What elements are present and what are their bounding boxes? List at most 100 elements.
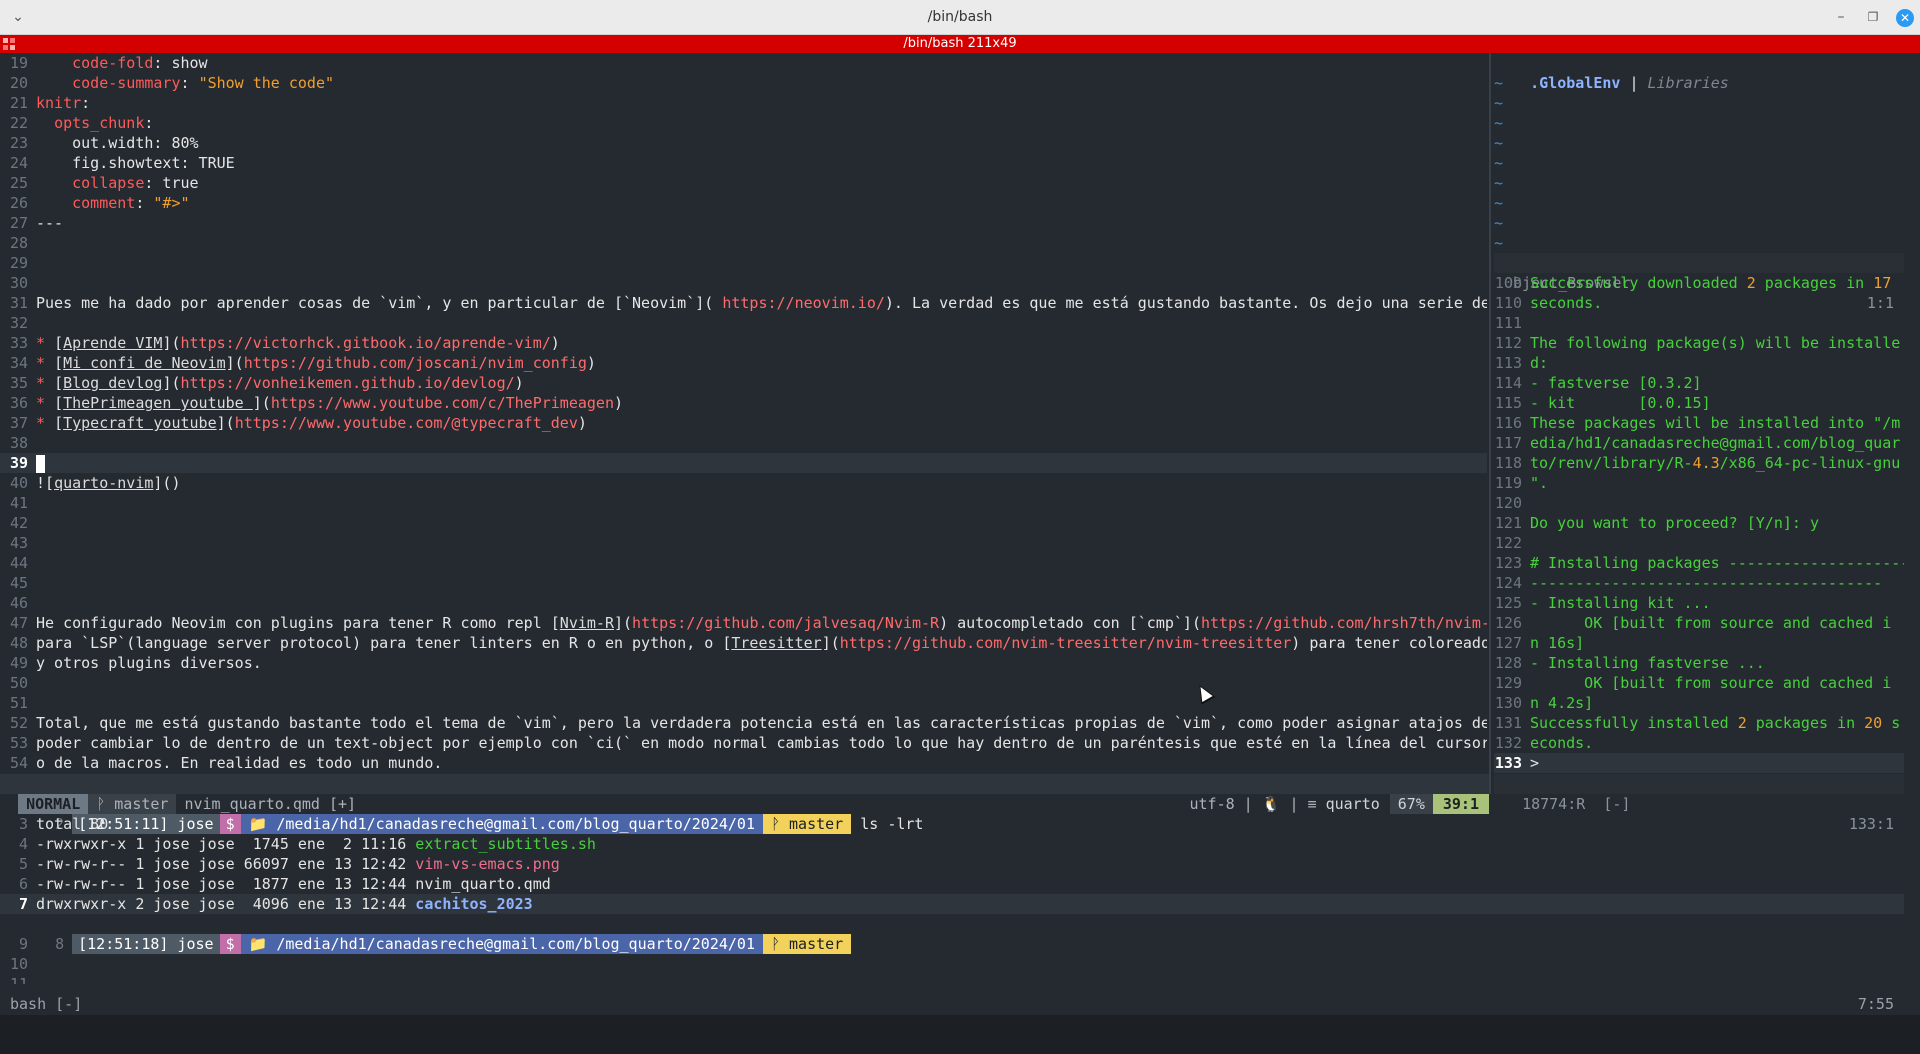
link-text[interactable]: https://github.com/hrsh7th/nvim- [1201,614,1487,632]
line-text: Typecraft youtube [63,414,217,432]
line-text: 4.3 [1692,454,1720,472]
line-text: Aprende VIM [63,334,163,352]
editor-line: 20 code-summary: "Show the code" [0,73,1487,93]
line-number: 128 [1494,654,1522,672]
terminal-title: /bin/bash 211x49 [903,36,1017,51]
line-number: 130 [1494,694,1522,712]
editor-line: 40 ![quarto-nvim]() [0,473,1487,493]
editor-line: 48 para `LSP`(language server protocol) p… [0,633,1487,653]
empty-buffer-line: ~ [1494,114,1504,132]
line-text: Successfully installed [1530,714,1738,732]
console-line: 121 Do you want to proceed? [Y/n]: y [1494,513,1904,533]
line-text: ) para tener coloreado [1291,634,1487,652]
line-number: 111 [1494,314,1522,332]
line-number: 50 [9,674,28,692]
line-text: [0.0.15] [1638,394,1711,412]
line-text: [ [54,374,64,392]
line-text: ]( [225,354,244,372]
line-number: 40 [9,474,28,492]
line-number: 27 [9,214,28,232]
line-text [36,174,72,192]
line-text: fig.showtext: TRUE [36,154,235,172]
editor-line: 44 [0,553,1487,573]
editor-line: 24 fig.showtext: TRUE [0,153,1487,173]
editor-line: 46 [0,593,1487,613]
line-text: n 16s] [1530,634,1585,652]
editor-line: 29 [0,253,1487,273]
line-number: 22 [9,114,28,132]
editor-line: 53 poder cambiar lo de dentro de un text-… [0,733,1487,753]
pane-divider [1489,53,1491,794]
editor-line: 31 Pues me ha dado por aprender cosas de … [0,293,1487,313]
line-text: * [36,414,55,432]
line-number: 110 [1494,294,1522,312]
line-text: code-summary [72,74,181,92]
link-text[interactable]: https://github.com/joscani/nvim_config [244,354,587,372]
window-title: /bin/bash [927,9,993,25]
line-text: 17 [1873,274,1892,292]
line-number: 117 [1494,434,1522,452]
link-text[interactable]: https://github.com/nvim-treesitter/nvim-… [840,634,1292,652]
link-text[interactable]: https://victorhck.gitbook.io/aprende-vim… [181,334,551,352]
line-text: n 4.2s] [1530,694,1594,712]
link-text[interactable]: https://www.youtube.com/c/ThePrimeagen [271,394,614,412]
line-text: edia/hd1/canadasreche@gmail.com/blog_qua… [1530,434,1901,452]
line-number: 114 [1494,374,1522,392]
link-text[interactable]: https://www.youtube.com/@typecraft_dev [235,414,578,432]
editor-line: 32 [0,313,1487,333]
link-text[interactable]: https://github.com/jalvesaq/Nvim-R [632,614,939,632]
editor-line: 51 [0,693,1487,713]
empty-buffer-line: ~ [1494,174,1504,192]
line-text: ) [550,334,560,352]
line-number: 36 [9,394,28,412]
empty-buffer-line: ~ [1494,234,1504,252]
line-text: -rwxrwxr-x 1 jose jose 1745 ene 2 11:16 [36,835,416,853]
line-number: 25 [9,174,28,192]
line-text: ]( [252,394,271,412]
line-text: knitr [36,94,82,112]
line-text: para `LSP`(language server protocol) par… [36,634,732,652]
line-number: 125 [1494,594,1522,612]
line-number: 23 [9,134,28,152]
console-line: 122 [1494,533,1904,553]
line-number: 120 [1494,494,1522,512]
minimize-icon[interactable]: – [1827,0,1855,35]
terminal-line: 6 -rw-rw-r-- 1 jose jose 1877 ene 13 12:4… [0,874,1904,894]
tmux-window-name[interactable]: bash [-] [0,995,82,1013]
line-text: /x86_64-pc-linux-gnu [1719,454,1901,472]
terminal-pane[interactable]: 2 [12:51:11] jose $ 📁 /media/hd1/canadasrec… [0,794,1904,984]
r-console-pane[interactable]: .GlobalEnv | Libraries ~ ~ ~ ~ ~ ~ ~ ~ ~ Object_… [1494,53,1904,774]
line-text: - Installing fastverse ... [1530,654,1765,672]
close-icon[interactable]: ✕ [1896,9,1914,27]
console-line: 119 ". [1494,473,1904,493]
line-text: ). La verdad es que me está gustando bas… [884,294,1487,312]
line-text: [ [54,394,64,412]
line-text: y otros plugins diversos. [36,654,262,672]
console-line: 128 - Installing fastverse ... [1494,653,1904,673]
line-text: Blog devlog [63,374,163,392]
line-text: o de la macros. En realidad es todo un m… [36,754,443,772]
console-line: 125 - Installing kit ... [1494,593,1904,613]
line-text: ]( [162,374,181,392]
line-number: 37 [9,414,28,432]
link-text[interactable]: https://vonheikemen.github.io/devlog/ [181,374,515,392]
console-line: 127 n 16s] [1494,633,1904,653]
editor-line: 41 [0,493,1487,513]
line-text: ]() [153,474,181,492]
editor-line: 19 code-fold: show [0,53,1487,73]
line-number: 33 [9,334,28,352]
object-browser-header: .GlobalEnv | Libraries [1494,53,1904,92]
line-text: ". [1530,474,1549,492]
line-text: Nvim-R [559,614,614,632]
line-text: packages in [1746,714,1865,732]
console-line: 129 OK [built from source and cached i [1494,673,1904,693]
restore-icon[interactable]: ❐ [1859,0,1887,35]
line-text: : true [144,174,199,192]
editor-line: 52 Total, que me está gustando bastante t… [0,713,1487,733]
line-number: 31 [9,294,28,312]
editor-line: 27 --- [0,213,1487,233]
terminal-titlebar: /bin/bash 211x49 [0,35,1920,53]
link-text[interactable]: https://neovim.io/ [722,294,885,312]
line-text: to/renv/library/R- [1530,454,1693,472]
editor-pane[interactable]: 19 code-fold: show 20 code-summary: "Show… [0,53,1487,774]
